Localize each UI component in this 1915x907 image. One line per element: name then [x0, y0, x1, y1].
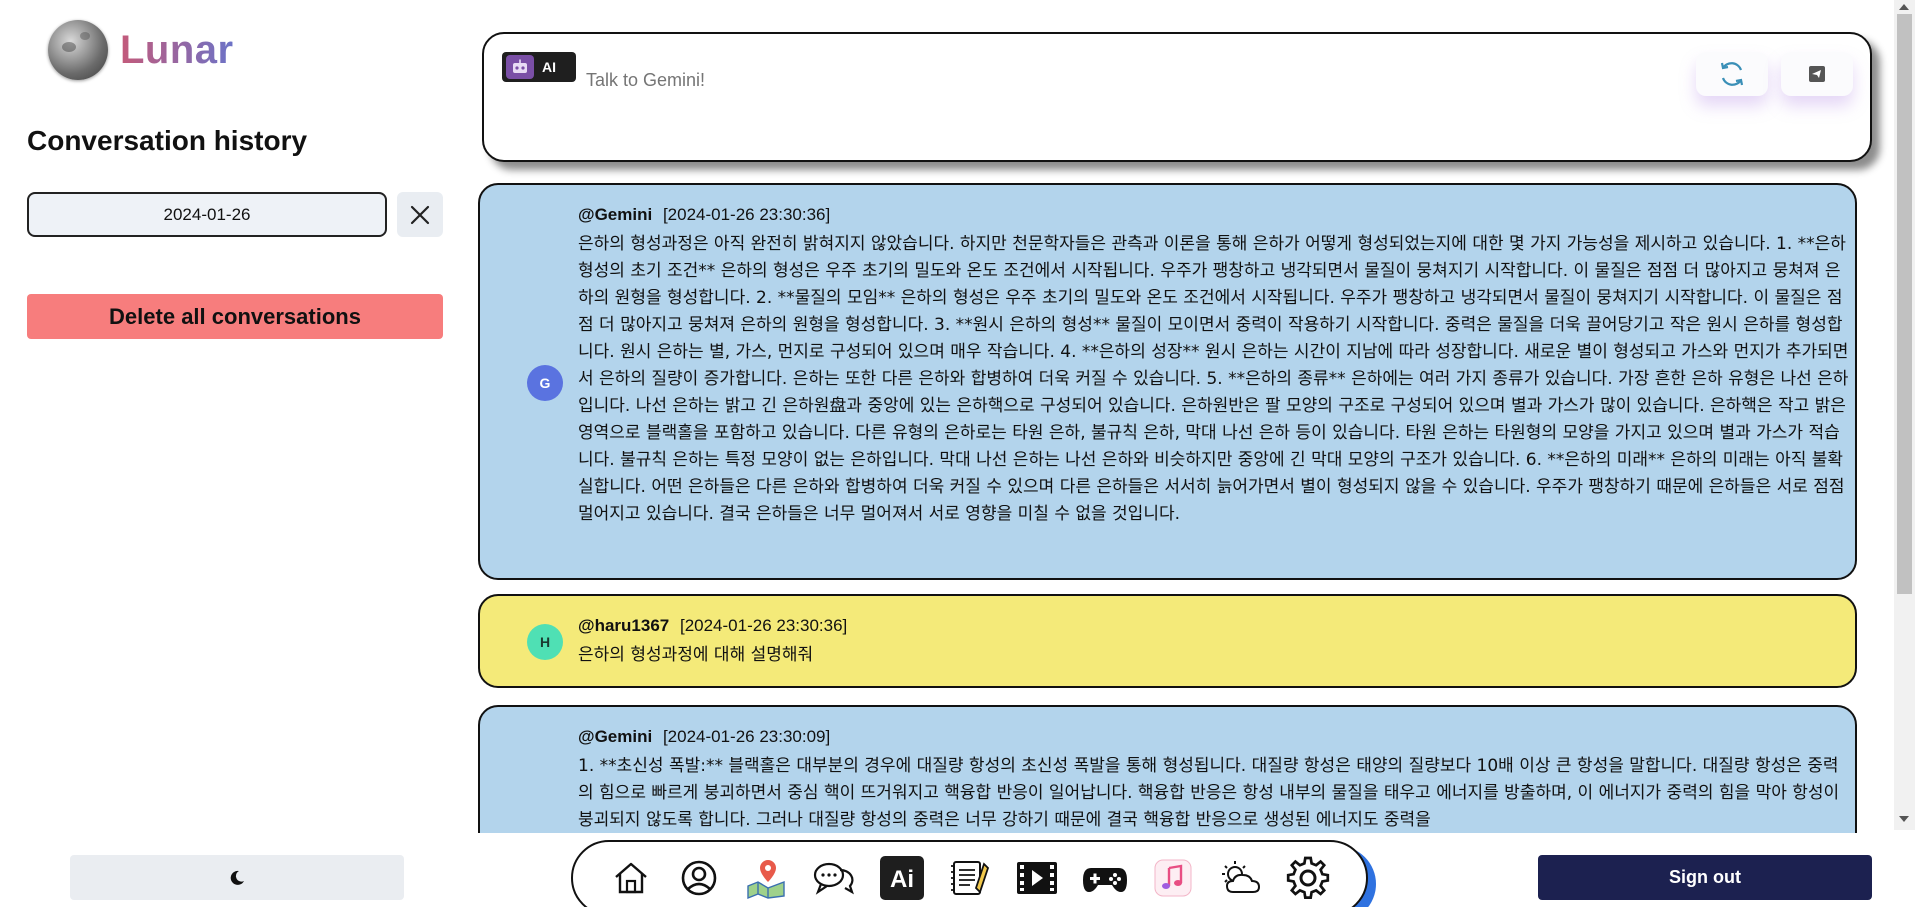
message-author: @Gemini — [578, 205, 653, 224]
scroll-down-icon[interactable] — [1899, 816, 1909, 822]
avatar: H — [527, 624, 563, 660]
settings-icon[interactable] — [1282, 852, 1334, 904]
svg-text:Ai: Ai — [890, 866, 914, 893]
message-card: G @Gemini [2024-01-26 23:30:09] 1. **초신성… — [478, 705, 1857, 833]
send-button[interactable] — [1781, 52, 1853, 96]
avatar: G — [527, 365, 563, 401]
ai-icon[interactable]: Ai — [876, 852, 928, 904]
message-text: 은하의 형성과정에 대해 설명해줘 — [578, 645, 814, 665]
video-icon[interactable] — [1011, 852, 1063, 904]
profile-icon[interactable] — [673, 852, 725, 904]
message-text: 1. **초신성 폭발:** 블랙홀은 대부분의 경우에 대질량 항성의 초신성… — [578, 756, 1840, 830]
weather-icon[interactable] — [1215, 852, 1267, 904]
ai-badge-label: AI — [542, 59, 556, 75]
message-time: [2024-01-26 23:30:36] — [679, 616, 848, 635]
robot-icon — [506, 55, 534, 79]
scroll-up-icon[interactable] — [1899, 4, 1909, 10]
refresh-icon — [1720, 62, 1744, 86]
message-author: @Gemini — [578, 727, 653, 746]
history-title: Conversation history — [27, 125, 308, 156]
conversation-list[interactable]: G @Gemini [2024-01-26 23:30:36] 은하의 형성과정… — [478, 183, 1858, 833]
message-author: @haru1367 — [578, 616, 670, 635]
map-icon[interactable] — [740, 852, 792, 904]
notes-icon[interactable] — [944, 852, 996, 904]
sign-out-button[interactable]: Sign out — [1538, 855, 1872, 900]
message-time: [2024-01-26 23:30:09] — [662, 727, 831, 746]
date-filter-input[interactable] — [27, 192, 387, 237]
game-icon[interactable] — [1079, 852, 1131, 904]
message-header: @Gemini [2024-01-26 23:30:09] — [578, 727, 830, 747]
app-dock: Ai — [571, 840, 1368, 907]
scrollbar[interactable] — [1894, 0, 1915, 830]
refresh-button[interactable] — [1696, 52, 1768, 96]
music-icon[interactable] — [1147, 852, 1199, 904]
delete-all-button[interactable]: Delete all conversations — [27, 294, 443, 339]
app-name: Lunar — [120, 27, 234, 72]
brand[interactable]: Lunar — [48, 20, 234, 80]
moon-icon — [230, 870, 244, 885]
ai-badge: AI — [502, 52, 576, 82]
moon-logo-icon — [48, 20, 108, 80]
message-card: H @haru1367 [2024-01-26 23:30:36] 은하의 형성… — [478, 594, 1857, 688]
clear-date-button[interactable] — [397, 192, 443, 237]
home-icon[interactable] — [605, 852, 657, 904]
chat-icon[interactable] — [808, 852, 860, 904]
prompt-panel: AI — [482, 32, 1872, 162]
message-time: [2024-01-26 23:30:36] — [662, 205, 831, 224]
theme-toggle-button[interactable] — [70, 855, 404, 900]
message-card: G @Gemini [2024-01-26 23:30:36] 은하의 형성과정… — [478, 183, 1857, 580]
message-text: 은하의 형성과정은 아직 완전히 밝혀지지 않았습니다. 하지만 천문학자들은 … — [578, 234, 1849, 524]
sidebar: Lunar Conversation history Delete all co… — [0, 0, 470, 830]
message-header: @haru1367 [2024-01-26 23:30:36] — [578, 616, 847, 636]
message-header: @Gemini [2024-01-26 23:30:36] — [578, 205, 830, 225]
prompt-input[interactable] — [586, 70, 1386, 91]
close-icon — [410, 205, 430, 224]
app-root: Lunar Conversation history Delete all co… — [0, 0, 1915, 907]
send-icon — [1809, 66, 1825, 82]
scroll-thumb[interactable] — [1897, 14, 1912, 594]
